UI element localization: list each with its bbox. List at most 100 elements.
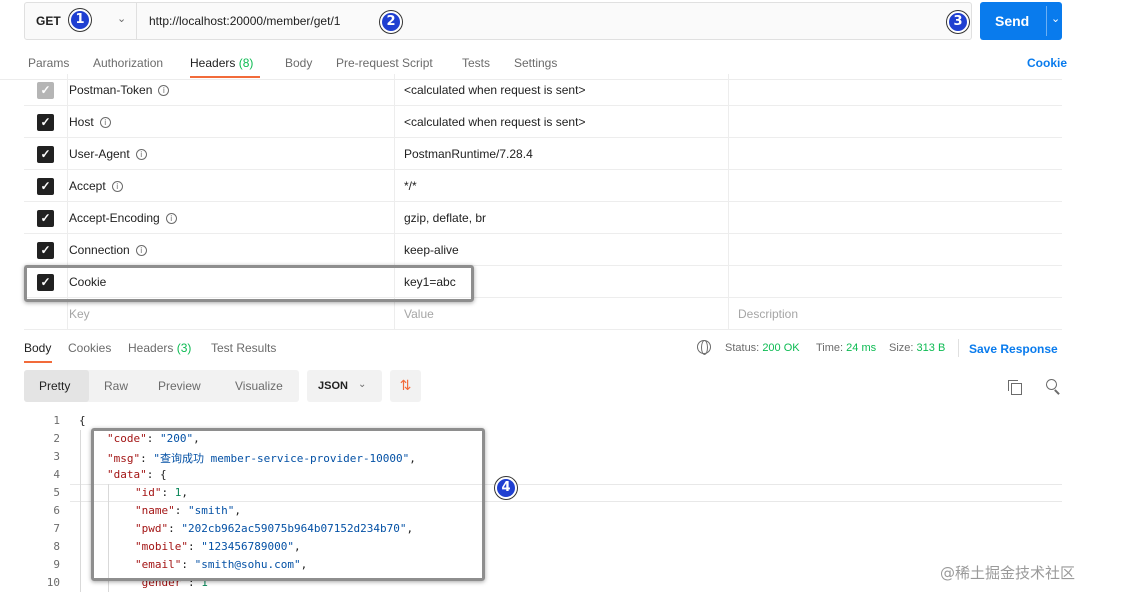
- copy-icon[interactable]: [1008, 380, 1022, 395]
- key-placeholder[interactable]: Key: [69, 307, 90, 321]
- tab-headers[interactable]: Headers (8): [190, 56, 253, 70]
- tab-response-headers-label: Headers: [128, 341, 174, 355]
- info-icon[interactable]: i: [135, 245, 147, 256]
- url-input[interactable]: http://localhost:20000/member/get/1: [149, 14, 340, 28]
- time-label: Time:: [816, 342, 844, 354]
- header-value[interactable]: gzip, deflate, br: [404, 211, 486, 225]
- format-raw[interactable]: Raw: [104, 379, 128, 393]
- wrap-lines-button[interactable]: ⇅: [390, 370, 421, 402]
- header-key[interactable]: Connection i: [69, 243, 147, 257]
- checkbox-cell: ✓: [24, 138, 68, 170]
- header-key-label: User-Agent: [69, 147, 130, 161]
- header-key-label: Connection: [69, 243, 130, 257]
- tab-body[interactable]: Body: [285, 56, 312, 70]
- header-row: ✓ Host i <calculated when request is sent…: [24, 106, 1062, 138]
- header-key-label: Accept-Encoding: [69, 211, 160, 225]
- tab-settings[interactable]: Settings: [514, 56, 557, 70]
- status-value: 200 OK: [762, 342, 800, 354]
- format-tabs: Pretty Raw Preview Visualize: [24, 370, 299, 402]
- tab-response-body[interactable]: Body: [24, 341, 51, 355]
- chevron-down-icon[interactable]: ⌄: [1051, 12, 1060, 25]
- column-divider: [728, 170, 729, 202]
- header-key[interactable]: Postman-Token i: [69, 83, 170, 97]
- info-icon[interactable]: i: [135, 149, 147, 160]
- tab-tests[interactable]: Tests: [462, 56, 490, 70]
- checkbox-cell: ✓: [24, 234, 68, 266]
- size-value: 313 B: [916, 342, 946, 354]
- checkbox[interactable]: ✓: [37, 114, 54, 131]
- response-bar: Body Cookies Headers (3) Test Results St…: [0, 334, 1062, 364]
- column-divider: [728, 138, 729, 170]
- divider: [958, 339, 959, 357]
- info-icon[interactable]: i: [158, 85, 170, 96]
- chevron-down-icon: ⌄: [358, 379, 367, 390]
- header-key[interactable]: Host i: [69, 115, 111, 129]
- annotation-marker-2: 2: [380, 11, 402, 33]
- column-divider: [728, 202, 729, 234]
- header-row: ✓ Accept-Encoding i gzip, deflate, br: [24, 202, 1062, 234]
- line-number: 6: [53, 504, 60, 517]
- line-number: 9: [53, 558, 60, 571]
- info-icon[interactable]: i: [165, 213, 177, 224]
- checkbox-cell: ✓: [24, 170, 68, 202]
- header-value[interactable]: keep-alive: [404, 243, 459, 257]
- info-icon[interactable]: i: [111, 181, 123, 192]
- cookies-link[interactable]: Cookie: [1027, 56, 1067, 70]
- value-placeholder[interactable]: Value: [404, 307, 434, 321]
- highlight-box-response: [91, 428, 485, 581]
- format-select-label: JSON: [318, 380, 348, 392]
- tab-headers-label: Headers: [190, 56, 236, 70]
- checkbox-cell: ✓: [24, 106, 68, 138]
- time-indicator[interactable]: Time: 24 ms: [816, 342, 876, 354]
- line-number: 8: [53, 540, 60, 553]
- watermark: @稀土掘金技术社区: [940, 564, 1076, 582]
- header-key-label: Postman-Token: [69, 83, 153, 97]
- save-response-button[interactable]: Save Response: [969, 342, 1058, 356]
- header-key[interactable]: User-Agent i: [69, 147, 147, 161]
- line-number: 10: [46, 576, 60, 589]
- column-divider: [728, 106, 729, 138]
- tab-response-headers[interactable]: Headers (3): [128, 341, 191, 355]
- globe-icon[interactable]: [697, 340, 711, 355]
- header-key-label: Host: [69, 115, 94, 129]
- line-number: 5: [53, 486, 60, 499]
- checkbox[interactable]: ✓: [37, 178, 54, 195]
- line-number: 3: [53, 450, 60, 463]
- status-indicator[interactable]: Status: 200 OK: [725, 342, 800, 354]
- header-key[interactable]: Accept-Encoding i: [69, 211, 177, 225]
- checkbox[interactable]: ✓: [37, 210, 54, 227]
- checkbox-cell: [24, 298, 68, 330]
- description-placeholder[interactable]: Description: [738, 307, 798, 321]
- checkbox[interactable]: ✓: [37, 146, 54, 163]
- tab-authorization[interactable]: Authorization: [93, 56, 163, 70]
- json-punct: {: [79, 414, 86, 427]
- format-select[interactable]: JSON ⌄: [307, 370, 382, 402]
- annotation-marker-4: 4: [495, 477, 517, 499]
- chevron-down-icon: ⌄: [117, 13, 127, 25]
- search-icon[interactable]: [1046, 379, 1061, 394]
- checkbox-cell: ✓: [24, 74, 68, 106]
- send-button[interactable]: Send ⌄: [980, 2, 1062, 40]
- url-bar: GET ⌄ http://localhost:20000/member/get/…: [24, 2, 972, 40]
- format-pretty[interactable]: Pretty: [39, 379, 70, 393]
- header-value[interactable]: */*: [404, 179, 417, 193]
- format-visualize[interactable]: Visualize: [235, 379, 283, 393]
- tab-params[interactable]: Params: [28, 56, 69, 70]
- checkbox[interactable]: ✓: [37, 242, 54, 259]
- column-divider: [394, 298, 395, 330]
- column-divider: [394, 138, 395, 170]
- tab-prerequest-script[interactable]: Pre-request Script: [336, 56, 433, 70]
- tab-test-results[interactable]: Test Results: [211, 341, 276, 355]
- tab-response-cookies[interactable]: Cookies: [68, 341, 111, 355]
- header-value[interactable]: <calculated when request is sent>: [404, 83, 585, 97]
- indent-guide: [80, 430, 81, 592]
- format-preview[interactable]: Preview: [158, 379, 201, 393]
- send-label: Send: [995, 13, 1030, 29]
- header-value[interactable]: PostmanRuntime/7.28.4: [404, 147, 533, 161]
- header-key[interactable]: Accept i: [69, 179, 123, 193]
- line-number: 1: [53, 414, 60, 427]
- info-icon[interactable]: i: [99, 117, 111, 128]
- size-indicator[interactable]: Size: 313 B: [889, 342, 945, 354]
- checkbox[interactable]: ✓: [37, 82, 54, 99]
- header-value[interactable]: <calculated when request is sent>: [404, 115, 585, 129]
